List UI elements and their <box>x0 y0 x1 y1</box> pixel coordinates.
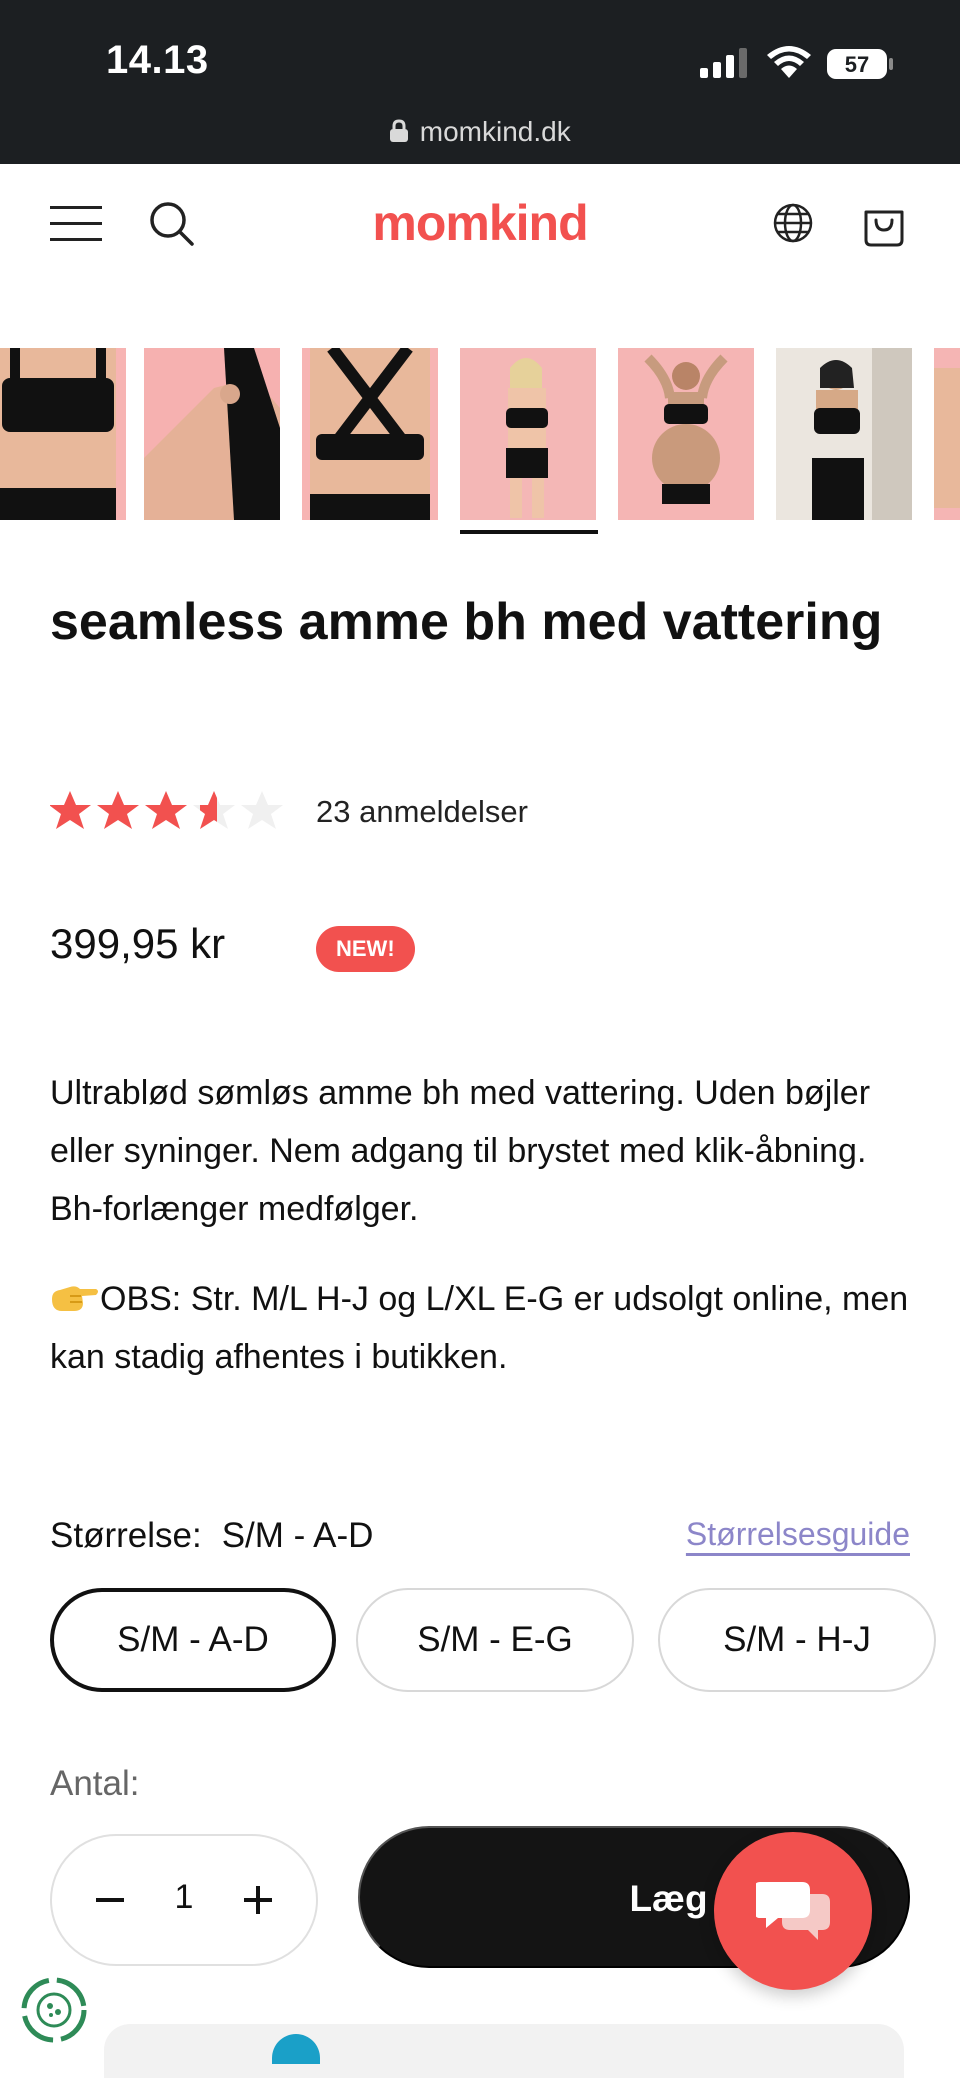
product-title: seamless amme bh med vattering <box>50 593 883 651</box>
product-price: 399,95 kr <box>50 920 226 967</box>
eco-badge-icon[interactable] <box>18 1974 90 2046</box>
gallery-thumbnail[interactable] <box>302 348 438 520</box>
stock-notice: OBS: Str. M/L H-J og L/XL E-G er udsolgt… <box>50 1270 920 1386</box>
half-star-icon <box>200 791 217 829</box>
gallery-thumbnail-selected[interactable] <box>460 348 596 520</box>
gallery-thumbnail[interactable] <box>618 348 754 520</box>
lock-icon <box>390 119 409 142</box>
globe-icon[interactable] <box>772 202 814 244</box>
product-page: momkind seamless amme bh med vattering 2… <box>0 164 960 2078</box>
address-bar[interactable]: momkind.dk <box>0 116 960 162</box>
quantity-stepper: 1 <box>50 1834 318 1966</box>
cart-icon[interactable] <box>860 198 908 248</box>
gallery-thumbnail[interactable] <box>776 348 912 520</box>
gallery-thumbnail[interactable] <box>934 348 960 520</box>
clock: 14.13 <box>106 38 209 82</box>
star-icon <box>50 791 91 829</box>
gallery-thumbnail[interactable] <box>0 348 126 520</box>
size-option-s-m-h-j[interactable]: S/M - H-J <box>658 1588 936 1692</box>
review-count[interactable]: 23 anmeldelser <box>316 794 528 830</box>
quantity-label: Antal: <box>50 1764 140 1803</box>
pointing-hand-icon <box>52 1286 98 1311</box>
quantity-value[interactable]: 1 <box>152 1878 216 1917</box>
gallery-active-indicator <box>460 530 598 534</box>
star-icon <box>97 791 139 829</box>
signal-icon <box>700 48 747 78</box>
new-badge: NEW! <box>316 926 415 972</box>
image-gallery[interactable] <box>0 346 960 546</box>
info-card-icon <box>272 2034 320 2064</box>
wifi-icon <box>767 46 811 78</box>
stock-notice-text: OBS: Str. M/L H-J og L/XL E-G er udsolgt… <box>50 1280 909 1376</box>
size-guide-link[interactable]: Størrelsesguide <box>686 1516 910 1553</box>
chat-icon <box>756 1882 830 1940</box>
status-bar: 14.13 57 momkind.dk <box>0 0 960 147</box>
size-label: Størrelse: <box>50 1516 202 1555</box>
product-description: Ultrablød sømløs amme bh med vattering. … <box>50 1074 871 1228</box>
gallery-thumbnail[interactable] <box>144 348 280 520</box>
info-card <box>104 2024 904 2078</box>
size-row: Størrelse: S/M - A-D Størrelsesguide <box>50 1516 910 1564</box>
rating-stars <box>50 791 283 829</box>
site-logo[interactable]: momkind <box>0 194 960 252</box>
size-option-s-m-e-g[interactable]: S/M - E-G <box>356 1588 634 1692</box>
size-selected-value: S/M - A-D <box>221 1516 374 1555</box>
minus-icon[interactable] <box>86 1876 134 1924</box>
size-option-s-m-a-d[interactable]: S/M - A-D <box>50 1588 336 1692</box>
battery-level: 57 <box>845 52 869 77</box>
url-text: momkind.dk <box>419 116 571 147</box>
chat-button[interactable] <box>714 1832 872 1990</box>
size-options: S/M - A-D S/M - E-G S/M - H-J <box>50 1588 960 1698</box>
star-icon <box>145 791 187 829</box>
battery-icon: 57 <box>826 48 894 80</box>
plus-icon[interactable] <box>234 1876 282 1924</box>
site-header: momkind <box>0 164 960 282</box>
